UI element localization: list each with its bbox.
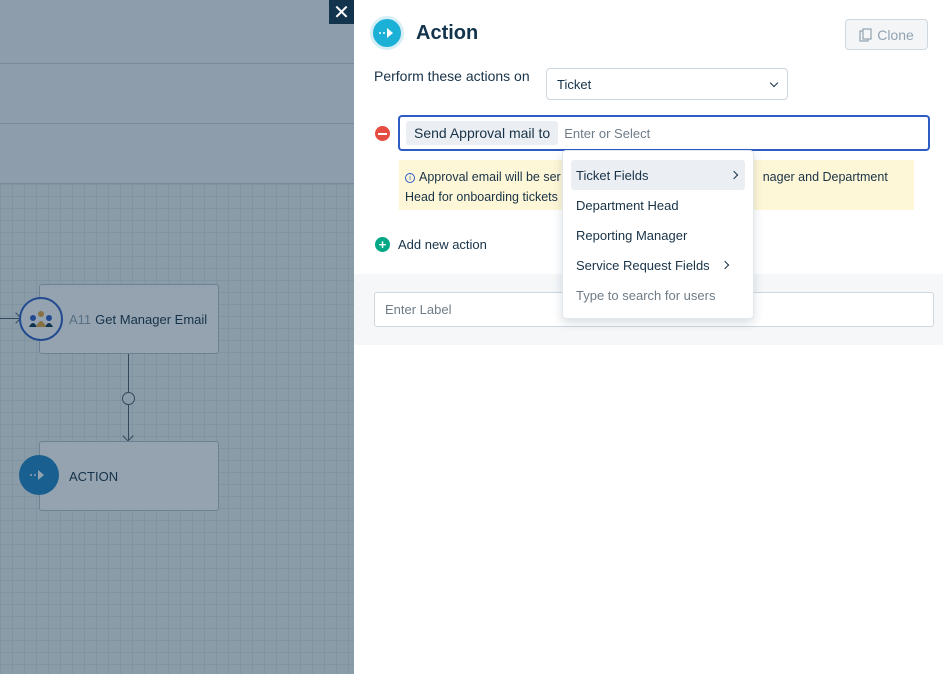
remove-action-icon[interactable] [375,126,390,141]
add-action-label: Add new action [398,237,487,252]
dropdown-item-service-request-fields[interactable]: Service Request Fields [571,250,736,280]
clone-button[interactable]: Clone [845,19,928,50]
workflow-canvas: A11 Get Manager Email ACTION [0,0,354,674]
recipient-dropdown: Ticket Fields Department Head Reporting … [562,150,754,319]
perform-label: Perform these actions on [374,68,530,84]
action-field[interactable]: Send Approval mail to [398,115,930,151]
copy-icon [859,27,872,42]
dropdown-search-hint: Type to search for users [576,287,716,303]
perform-row: Perform these actions on [374,68,530,84]
perform-on-value: Ticket [557,76,592,92]
chevron-right-icon [729,170,739,180]
recipient-input[interactable] [564,125,865,141]
plus-icon: + [375,237,390,252]
add-new-action-button[interactable]: + Add new action [375,237,487,252]
chevron-right-icon [720,260,730,270]
perform-on-select[interactable]: Ticket [546,68,788,100]
dropdown-item-ticket-fields[interactable]: Ticket Fields [571,160,745,190]
action-panel: Action Clone Perform these actions on Ti… [354,0,943,674]
modal-backdrop[interactable] [0,0,354,674]
chevron-down-icon [769,78,779,87]
info-text-end: nager and Department [762,170,888,184]
info-text-start: Approval email will be ser [419,170,561,184]
dropdown-item-department-head[interactable]: Department Head [571,190,745,220]
close-icon: ✕ [333,1,350,24]
panel-title: Action [416,21,479,44]
panel-header: Action [370,16,478,50]
action-arrow-icon [370,16,404,50]
dropdown-item-reporting-manager[interactable]: Reporting Manager [571,220,745,250]
info-icon: i [405,173,415,183]
clone-label: Clone [877,26,914,43]
close-panel-button[interactable]: ✕ [329,0,354,24]
action-type-chip[interactable]: Send Approval mail to [406,121,559,145]
